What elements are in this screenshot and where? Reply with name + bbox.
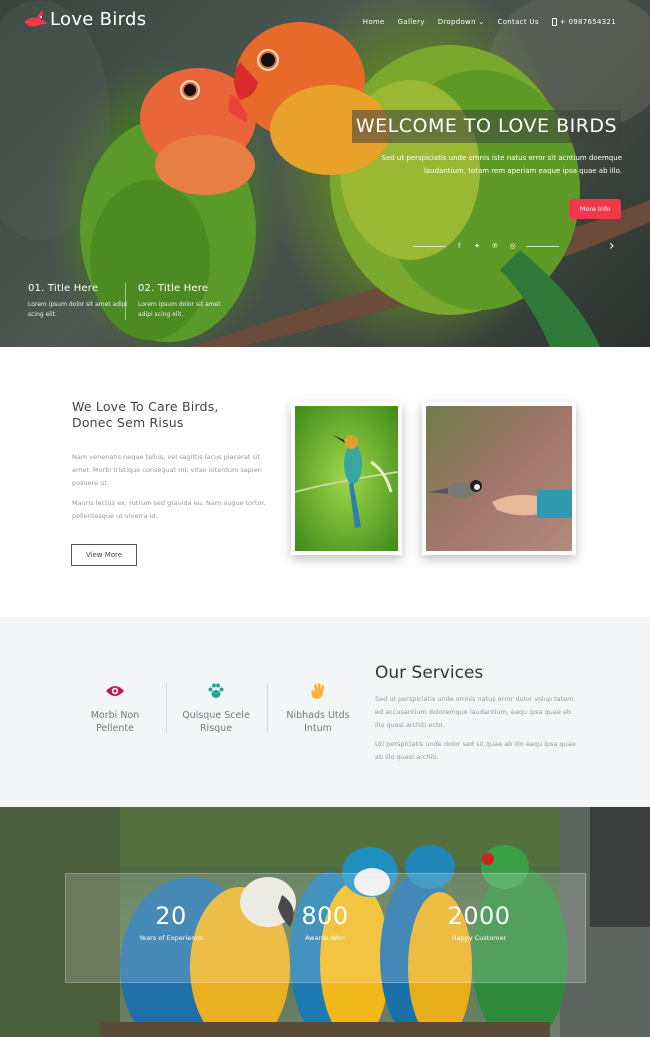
service-item-2[interactable]: Quisque Scele Risque bbox=[166, 681, 266, 735]
bird-logo-icon bbox=[24, 10, 47, 27]
service-label: Nibhads Utds Intum bbox=[286, 710, 350, 734]
chevron-down-icon: ⌄ bbox=[478, 18, 485, 26]
chickadee-hand-image bbox=[426, 406, 572, 551]
pinterest-icon[interactable]: ℗ bbox=[490, 242, 500, 250]
nav-dropdown[interactable]: Dropdown ⌄ bbox=[438, 18, 485, 26]
hero-title: WELCOME TO LOVE BIRDS bbox=[352, 110, 621, 143]
hero-subtitle: Sed ut perspiciatis unde omnis iste natu… bbox=[381, 154, 623, 175]
stat-number: 2000 bbox=[447, 902, 511, 930]
logo[interactable]: Love Birds bbox=[22, 8, 146, 30]
services-section: Morbi Non Pellente Quisque Scele Risque Ni… bbox=[0, 617, 650, 807]
service-label: Quisque Scele Risque bbox=[182, 710, 250, 734]
feature-text: Lorem ipsum dolor sit amet adipi scing e… bbox=[138, 301, 221, 318]
twitter-icon[interactable]: ✦ bbox=[472, 242, 482, 250]
nav-dropdown-label: Dropdown bbox=[437, 18, 476, 26]
about-section: We Love To Care Birds, Donec Sem Risus N… bbox=[0, 347, 650, 617]
hero-feature-2: 02. Title Here Lorem ipsum dolor sit ame… bbox=[125, 283, 235, 320]
main-nav: Home Gallery Dropdown ⌄ Contact Us + 098… bbox=[363, 18, 616, 26]
more-info-button[interactable]: More Info bbox=[569, 199, 621, 219]
service-item-3[interactable]: Nibhads Utds Intum bbox=[268, 681, 368, 735]
stat-label: Awards Won bbox=[305, 934, 345, 942]
bee-eater-image bbox=[294, 406, 399, 551]
stat-number: 800 bbox=[301, 902, 349, 930]
instagram-icon[interactable]: ◎ bbox=[508, 242, 518, 250]
services-title: Our Services bbox=[375, 663, 484, 683]
service-item-1[interactable]: Morbi Non Pellente bbox=[65, 681, 165, 735]
nav-phone[interactable]: + 0987654321 bbox=[551, 18, 616, 26]
about-title-line2: Donec Sem Risus bbox=[72, 415, 184, 430]
nav-home[interactable]: Home bbox=[363, 18, 385, 26]
service-label: Morbi Non Pellente bbox=[90, 710, 140, 734]
paw-icon bbox=[166, 681, 266, 701]
chevron-right-icon[interactable]: › bbox=[609, 238, 615, 254]
social-links: f ✦ ℗ ◎ bbox=[413, 240, 559, 252]
feature-text: Lorem ipsum dolor sit amet adipi scing e… bbox=[28, 301, 128, 318]
nav-gallery[interactable]: Gallery bbox=[398, 18, 425, 26]
hero-feature-1: 01. Title Here Lorem ipsum dolor sit ame… bbox=[28, 283, 138, 320]
stats-section: 20 Years of Experience 800 Awards Won 20… bbox=[0, 807, 650, 1037]
stat-experience: 20 Years of Experience bbox=[101, 902, 241, 942]
stat-customers: 2000 Happy Customer bbox=[409, 902, 549, 942]
divider-line bbox=[525, 245, 559, 247]
divider-line bbox=[413, 245, 447, 247]
feature-title: 02. Title Here bbox=[138, 283, 209, 294]
stat-label: Happy Customer bbox=[451, 934, 507, 942]
hero-banner: Love Birds Home Gallery Dropdown ⌄ Conta… bbox=[0, 0, 650, 347]
stat-number: 20 bbox=[155, 902, 187, 930]
chickadee-photo bbox=[422, 402, 576, 555]
hand-icon bbox=[268, 681, 368, 701]
bee-eater-photo bbox=[291, 402, 402, 555]
logo-text: Love Birds bbox=[50, 8, 147, 30]
eye-icon bbox=[65, 681, 165, 701]
nav-contact[interactable]: Contact Us bbox=[498, 18, 539, 26]
facebook-icon[interactable]: f bbox=[454, 242, 464, 250]
about-title-line1: We Love To Care Birds, bbox=[72, 399, 219, 414]
phone-number: + 0987654321 bbox=[559, 18, 616, 26]
about-paragraph-1: Nam venenatis neque tellus, vel sagittis… bbox=[72, 453, 262, 487]
view-more-button[interactable]: View More bbox=[71, 544, 137, 566]
about-title: We Love To Care Birds, Donec Sem Risus bbox=[72, 399, 219, 431]
services-paragraph-1: Sed ut perspiciatis unde omnis natus err… bbox=[375, 695, 574, 729]
about-paragraph-2: Mauris lectus ex, rutrum sed gravida eu,… bbox=[72, 499, 267, 520]
phone-icon bbox=[551, 18, 557, 26]
feature-title: 01. Title Here bbox=[28, 283, 99, 294]
stat-awards: 800 Awards Won bbox=[255, 902, 395, 942]
stat-label: Years of Experience bbox=[139, 934, 203, 942]
services-paragraph-2: Uti perspiciatis unde dolor sed sit quae… bbox=[375, 740, 576, 761]
